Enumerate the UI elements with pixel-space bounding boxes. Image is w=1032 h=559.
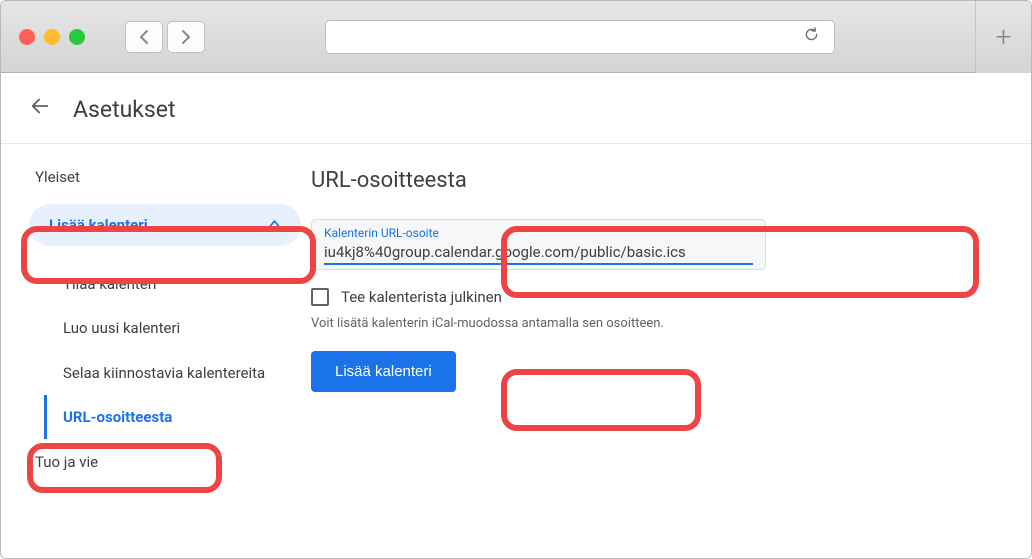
maximize-icon[interactable] (69, 29, 85, 45)
sidebar: Yleiset Lisää kalenteri Tilaa kalenteri … (1, 168, 311, 558)
browser-window: + Asetukset Yleiset Lisää kalenteri Tila… (0, 0, 1032, 559)
sidebar-expand-label: Lisää kalenteri (49, 216, 148, 234)
titlebar: + (1, 1, 1031, 73)
panel-title: URL-osoitteesta (311, 168, 971, 193)
settings-header: Asetukset (1, 73, 1031, 144)
sidebar-section-yleiset[interactable]: Yleiset (29, 168, 311, 186)
add-calendar-button[interactable]: Lisää kalenteri (311, 351, 456, 392)
sidebar-item-subscribe[interactable]: Tilaa kalenteri (63, 262, 311, 306)
url-input-label: Kalenterin URL-osoite (324, 226, 753, 240)
close-icon[interactable] (19, 29, 35, 45)
sidebar-expand-add-calendar[interactable]: Lisää kalenteri (29, 204, 301, 246)
content-area: Asetukset Yleiset Lisää kalenteri Tilaa … (1, 73, 1031, 558)
panel: URL-osoitteesta Kalenterin URL-osoite Te… (311, 168, 1031, 558)
traffic-lights (19, 29, 85, 45)
input-underline (324, 263, 753, 265)
back-arrow-icon[interactable] (29, 95, 51, 123)
reload-icon[interactable] (803, 26, 820, 48)
url-input-wrap[interactable]: Kalenterin URL-osoite (311, 219, 766, 270)
forward-button[interactable] (167, 21, 205, 53)
page-title: Asetukset (73, 96, 176, 123)
back-button[interactable] (125, 21, 163, 53)
address-bar[interactable] (325, 20, 835, 54)
public-checkbox-label: Tee kalenterista julkinen (341, 288, 502, 306)
sidebar-item-import-export[interactable]: Tuo ja vie (29, 439, 311, 471)
helper-text: Voit lisätä kalenterin iCal-muodossa ant… (311, 316, 971, 331)
new-tab-button[interactable]: + (975, 1, 1031, 73)
chevron-up-icon (268, 217, 281, 234)
nav-buttons (125, 21, 205, 53)
sidebar-item-create[interactable]: Luo uusi kalenteri (63, 306, 311, 350)
sidebar-sublist: Tilaa kalenteri Luo uusi kalenteri Selaa… (29, 262, 311, 439)
public-checkbox-row: Tee kalenterista julkinen (311, 288, 971, 306)
minimize-icon[interactable] (44, 29, 60, 45)
main-row: Yleiset Lisää kalenteri Tilaa kalenteri … (1, 144, 1031, 558)
sidebar-item-from-url[interactable]: URL-osoitteesta (44, 395, 311, 439)
url-input[interactable] (324, 243, 753, 265)
public-checkbox[interactable] (311, 288, 329, 306)
sidebar-item-browse[interactable]: Selaa kiinnostavia kalentereita (63, 351, 311, 395)
